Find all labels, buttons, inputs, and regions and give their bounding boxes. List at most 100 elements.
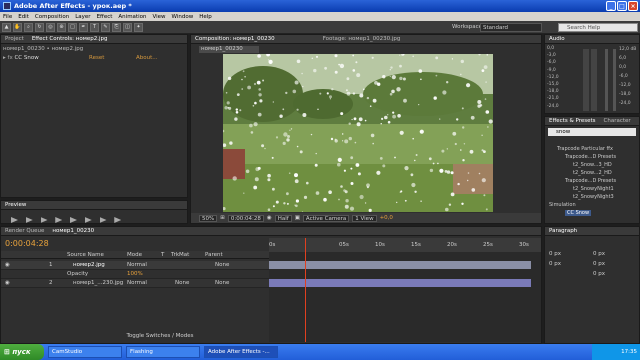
puppet-tool-icon[interactable]: ✦ bbox=[134, 22, 143, 32]
snapshot-icon[interactable]: ◉ bbox=[267, 215, 272, 221]
layer-trkmat[interactable]: None bbox=[175, 280, 189, 286]
ep-item[interactable]: t2_Snow...2_HD bbox=[573, 170, 612, 176]
tab-audio[interactable]: Audio bbox=[545, 36, 569, 42]
right-slider-track[interactable] bbox=[613, 49, 616, 111]
tab-preview[interactable]: Preview bbox=[1, 202, 30, 208]
audio-icon[interactable] bbox=[84, 217, 92, 223]
ep-item[interactable]: t2_Snow...3_HD bbox=[573, 162, 612, 168]
task-after-effects[interactable]: Adobe After Effects -... bbox=[204, 346, 278, 358]
resolution-select[interactable]: Half bbox=[274, 214, 292, 222]
ep-item[interactable]: Trapcode...D Presets bbox=[565, 178, 616, 184]
last-frame-icon[interactable] bbox=[70, 217, 77, 223]
visibility-icon[interactable]: ◉ bbox=[5, 280, 10, 286]
ep-item[interactable]: Trapcode...D Presets bbox=[565, 154, 616, 160]
selection-tool-icon[interactable]: ▲ bbox=[2, 22, 11, 32]
tab-footage[interactable]: Footage: номер1_00230.jpg bbox=[319, 36, 405, 42]
camera-tool-icon[interactable]: ◎ bbox=[46, 22, 55, 32]
brush-tool-icon[interactable]: ✎ bbox=[101, 22, 110, 32]
exposure-value[interactable]: +0,0 bbox=[380, 215, 393, 221]
playhead[interactable] bbox=[305, 238, 306, 342]
comp-subtab[interactable]: номер1_00230 bbox=[199, 46, 259, 53]
layer-bar[interactable] bbox=[269, 261, 531, 269]
play-icon[interactable] bbox=[40, 217, 48, 223]
tab-effects-presets[interactable]: Effects & Presets bbox=[545, 118, 600, 124]
reset-link[interactable]: Reset bbox=[89, 55, 104, 61]
indent-left-field[interactable]: 0 px bbox=[549, 251, 561, 257]
current-time-field[interactable]: 0:00:04:28 bbox=[227, 214, 264, 222]
layer-parent[interactable]: None bbox=[215, 262, 229, 268]
col-parent[interactable]: Parent bbox=[205, 252, 223, 258]
col-trkmat[interactable]: TrkMat bbox=[171, 252, 189, 258]
space-after-field[interactable]: 0 px bbox=[593, 271, 605, 277]
camera-select[interactable]: Active Camera bbox=[302, 214, 350, 222]
menu-edit[interactable]: Edit bbox=[15, 14, 32, 20]
layer-mode[interactable]: Normal bbox=[127, 262, 147, 268]
col-source-name[interactable]: Source Name bbox=[67, 252, 104, 258]
close-button[interactable]: × bbox=[628, 1, 638, 11]
menu-effect[interactable]: Effect bbox=[94, 14, 116, 20]
tab-project[interactable]: Project bbox=[1, 36, 28, 42]
layer-name[interactable]: номер1_...230.jpg bbox=[73, 280, 123, 286]
layer-name[interactable]: номер2.jpg bbox=[73, 262, 105, 268]
mask-tool-icon[interactable]: □ bbox=[68, 22, 77, 32]
layer-parent[interactable]: None bbox=[215, 280, 229, 286]
text-tool-icon[interactable]: T bbox=[90, 22, 99, 32]
region-icon[interactable]: ▣ bbox=[295, 215, 300, 221]
menu-animation[interactable]: Animation bbox=[115, 14, 149, 20]
indent-right-field[interactable]: 0 px bbox=[593, 251, 605, 257]
opacity-value[interactable]: 100% bbox=[127, 271, 143, 277]
layer-row[interactable]: ◉ 1 номер2.jpg Normal None bbox=[1, 261, 269, 270]
left-slider-track[interactable] bbox=[605, 49, 608, 111]
pan-behind-tool-icon[interactable]: ⊕ bbox=[57, 22, 66, 32]
time-ruler[interactable]: 0s 05s 10s 15s 20s 25s 30s bbox=[269, 238, 541, 252]
tab-character[interactable]: Character bbox=[600, 118, 635, 124]
prev-frame-icon[interactable] bbox=[25, 217, 33, 223]
about-link[interactable]: About... bbox=[136, 55, 158, 61]
hand-tool-icon[interactable]: ✋ bbox=[13, 22, 22, 32]
menu-help[interactable]: Help bbox=[196, 14, 215, 20]
col-mode[interactable]: Mode bbox=[127, 252, 142, 258]
maximize-button[interactable]: □ bbox=[617, 1, 627, 11]
menu-composition[interactable]: Composition bbox=[32, 14, 72, 20]
effects-search-input[interactable]: snow bbox=[548, 128, 636, 136]
layer-row[interactable]: ◉ 2 номер1_...230.jpg Normal None None bbox=[1, 279, 269, 288]
current-time-display[interactable]: 0:00:04:28 bbox=[5, 239, 49, 248]
ep-item[interactable]: t2_SnowyNight3 bbox=[573, 194, 614, 200]
loop-icon[interactable] bbox=[99, 217, 107, 223]
ram-preview-icon[interactable] bbox=[114, 217, 122, 223]
search-help-input[interactable]: Search Help bbox=[558, 23, 638, 32]
track-area[interactable] bbox=[269, 238, 541, 342]
composition-viewer[interactable] bbox=[223, 54, 493, 212]
space-before-field[interactable]: 0 px bbox=[593, 261, 605, 267]
eraser-tool-icon[interactable]: ◫ bbox=[123, 22, 132, 32]
tab-effect-controls[interactable]: Effect Controls: номер2.jpg bbox=[28, 36, 112, 42]
fx-icon[interactable]: ▸ fx bbox=[3, 55, 14, 61]
clone-tool-icon[interactable]: ⎘ bbox=[112, 22, 121, 32]
task-flashing[interactable]: Flashing bbox=[126, 346, 200, 358]
tab-render-queue[interactable]: Render Queue bbox=[1, 228, 48, 234]
start-button[interactable]: ⊞ пуск bbox=[0, 344, 44, 360]
tab-paragraph[interactable]: Paragraph bbox=[545, 228, 581, 234]
task-camstudio[interactable]: CamStudio bbox=[48, 346, 122, 358]
rotate-tool-icon[interactable]: ↻ bbox=[35, 22, 44, 32]
ep-item[interactable]: t2_SnowyNight1 bbox=[573, 186, 614, 192]
zoom-tool-icon[interactable]: ⌕ bbox=[24, 22, 33, 32]
pen-tool-icon[interactable]: ✒ bbox=[79, 22, 88, 32]
visibility-icon[interactable]: ◉ bbox=[5, 262, 10, 268]
layer-mode[interactable]: Normal bbox=[127, 280, 147, 286]
view-layout-select[interactable]: 1 View bbox=[352, 214, 377, 222]
menu-window[interactable]: Window bbox=[169, 14, 197, 20]
next-frame-icon[interactable] bbox=[55, 217, 63, 223]
tab-composition[interactable]: Composition: номер1_00230 bbox=[191, 36, 279, 42]
menu-layer[interactable]: Layer bbox=[72, 14, 93, 20]
toggle-switches-modes[interactable]: Toggle Switches / Modes bbox=[125, 333, 195, 341]
indent-first-field[interactable]: 0 px bbox=[549, 261, 561, 267]
workspace-select[interactable]: Standard bbox=[480, 23, 542, 32]
menu-view[interactable]: View bbox=[149, 14, 168, 20]
layer-bar[interactable] bbox=[269, 279, 531, 287]
grid-icon[interactable]: ⊞ bbox=[220, 215, 225, 221]
zoom-select[interactable]: 50% bbox=[199, 214, 218, 222]
first-frame-icon[interactable] bbox=[11, 217, 18, 223]
ep-item-selected[interactable]: CC Snow bbox=[565, 210, 592, 216]
col-t[interactable]: T bbox=[161, 252, 164, 258]
